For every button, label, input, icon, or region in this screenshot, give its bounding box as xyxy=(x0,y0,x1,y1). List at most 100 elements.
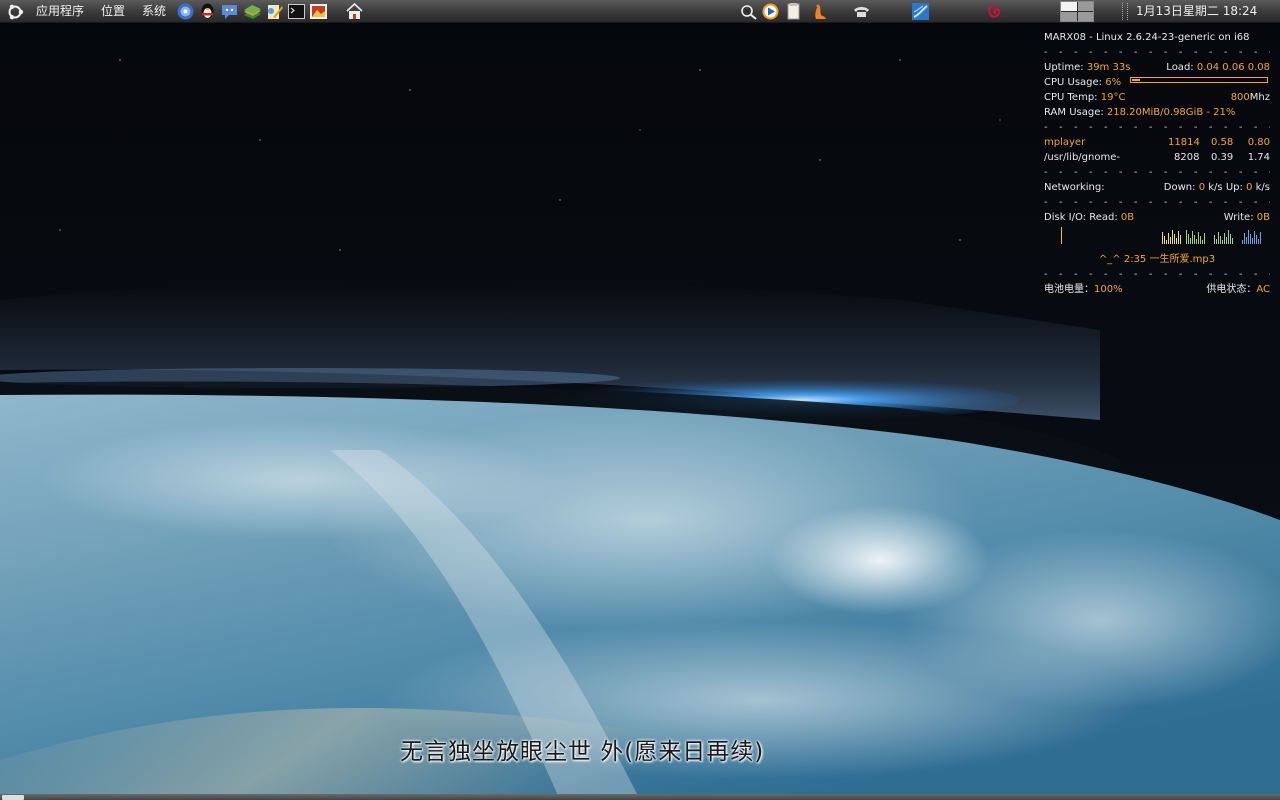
desktop-lyric: 无言独坐放眼尘世 外(愿来日再续) xyxy=(400,739,765,765)
up-label: Up: xyxy=(1225,182,1243,193)
workspace-3[interactable] xyxy=(1061,12,1077,21)
networking-label: Networking: xyxy=(1044,182,1105,193)
cpu-temp-value: 19°C xyxy=(1100,92,1126,103)
disk-activity-bar xyxy=(1230,234,1231,244)
down-label: Down: xyxy=(1163,182,1196,193)
disk-activity-bar xyxy=(1162,232,1163,244)
down-value: 0 xyxy=(1198,182,1206,193)
disk-activity-bar xyxy=(1244,233,1245,244)
disk-activity-bar xyxy=(1246,237,1247,244)
places-menu[interactable]: 位置 xyxy=(101,0,125,23)
disk-activity-bar xyxy=(1214,235,1215,244)
media-player-icon[interactable] xyxy=(761,2,780,21)
bottom-panel xyxy=(0,794,1280,800)
disk-activity-bar xyxy=(1226,237,1227,244)
phone-icon[interactable] xyxy=(852,2,871,21)
clock[interactable]: 1月13日星期二 18:24 xyxy=(1136,0,1257,23)
ram-usage-row: RAM Usage: 218.20MiB/0.98GiB - 21% xyxy=(1044,105,1270,120)
terminal-icon[interactable] xyxy=(287,2,306,21)
workspace-switcher[interactable] xyxy=(1060,1,1094,22)
disk-activity-bar xyxy=(1224,233,1225,244)
power-value: AC xyxy=(1256,284,1270,295)
disk-activity-bar xyxy=(1172,230,1173,244)
workspace-1[interactable] xyxy=(1061,2,1077,11)
disk-activity-bar xyxy=(1200,236,1201,244)
uptime-row: Uptime: 39m 33s Load: 0.04 0.06 0.08 xyxy=(1044,60,1270,75)
process-row: /usr/lib/gnome- 8208 0.39 1.74 xyxy=(1044,150,1270,165)
disk-label: Disk I/O: Read: xyxy=(1044,212,1118,223)
image-viewer-icon[interactable] xyxy=(309,2,328,21)
disk-activity-bar xyxy=(1202,240,1203,244)
conky-monitor: MARX08 - Linux 2.6.24-23-generic on i68 … xyxy=(1044,30,1270,297)
power-label: 供电状态： xyxy=(1206,284,1257,295)
system-info: MARX08 - Linux 2.6.24-23-generic on i68 xyxy=(1044,32,1250,43)
show-desktop-button[interactable] xyxy=(2,795,24,800)
cpu-usage-label: CPU Usage: xyxy=(1044,77,1103,88)
disk-activity-bar xyxy=(1188,234,1189,244)
disk-activity-bar xyxy=(1190,238,1191,244)
separator: - - - - - - - - - - - - - - - - - - - - xyxy=(1044,269,1270,280)
disk-activity-bar xyxy=(1260,232,1261,244)
disk-activity-bar xyxy=(1256,235,1257,244)
uptime-label: Uptime: xyxy=(1044,62,1084,73)
process-mem: 1.74 xyxy=(1247,152,1270,163)
disk-activity-bar xyxy=(1168,233,1169,244)
stardict-icon[interactable] xyxy=(243,2,262,21)
cpu-usage-bar-fill xyxy=(1132,79,1140,81)
disk-activity-bar xyxy=(1218,232,1219,244)
text-editor-icon[interactable] xyxy=(265,2,284,21)
disk-activity-bar xyxy=(1198,232,1199,244)
notes-icon[interactable] xyxy=(784,2,803,21)
disk-activity-bar xyxy=(1174,234,1175,244)
up-unit: k/s xyxy=(1255,182,1270,193)
process-row: mplayer 11814 0.58 0.80 xyxy=(1044,135,1270,150)
system-menu[interactable]: 系统 xyxy=(142,0,166,23)
process-name: mplayer xyxy=(1044,137,1086,148)
cpu-usage-bar xyxy=(1130,77,1268,83)
disk-activity-bar xyxy=(1216,239,1217,244)
process-cpu: 0.58 xyxy=(1211,137,1234,148)
debian-swirl-icon[interactable] xyxy=(985,2,1004,21)
cpu-temp-label: CPU Temp: xyxy=(1044,92,1098,103)
process-cpu: 0.39 xyxy=(1211,152,1234,163)
cpu-temp-row: CPU Temp: 19°C 800Mhz xyxy=(1044,90,1270,105)
scim-input-icon[interactable] xyxy=(739,2,758,21)
cpu-freq-unit: Mhz xyxy=(1249,92,1270,103)
now-playing: ^_^ 2:35 一生所爱.mp3 xyxy=(1044,252,1270,267)
qq-icon[interactable] xyxy=(198,2,217,21)
disk-activity-bar xyxy=(1232,238,1233,244)
panel-handle[interactable] xyxy=(1122,3,1128,20)
disk-activity-bar xyxy=(1222,240,1223,244)
applications-menu[interactable]: 应用程序 xyxy=(36,0,84,23)
ram-label: RAM Usage: xyxy=(1044,107,1104,118)
ubuntu-logo-icon[interactable] xyxy=(6,3,24,21)
disk-activity-bar xyxy=(1248,230,1249,244)
disk-io-graph xyxy=(1061,227,1261,244)
cpu-freq-value: 800 xyxy=(1230,92,1250,103)
disk-activity-bar xyxy=(1192,231,1193,244)
disk-activity-bar xyxy=(1164,236,1165,244)
disk-activity-bar xyxy=(1254,231,1255,244)
separator: - - - - - - - - - - - - - - - - - - - - xyxy=(1044,167,1270,178)
network-icon[interactable] xyxy=(911,2,930,21)
firefox-icon[interactable] xyxy=(176,2,195,21)
workspace-2[interactable] xyxy=(1078,2,1093,11)
disk-activity-bar xyxy=(1178,231,1179,244)
pidgin-icon[interactable] xyxy=(220,2,239,21)
disk-activity-bar xyxy=(1252,238,1253,244)
workspace-4[interactable] xyxy=(1078,12,1093,21)
disk-write-label: Write: xyxy=(1223,212,1254,223)
separator: - - - - - - - - - - - - - - - - - - - - xyxy=(1044,122,1270,133)
gnome-foot-icon[interactable] xyxy=(811,2,830,21)
disk-activity-bar xyxy=(1186,230,1187,244)
process-pid: 11814 xyxy=(1168,137,1200,148)
home-folder-icon[interactable] xyxy=(345,2,364,21)
process-pid: 8208 xyxy=(1174,152,1200,163)
process-name: /usr/lib/gnome- xyxy=(1044,152,1120,163)
separator: - - - - - - - - - - - - - - - - - - - - xyxy=(1044,197,1270,208)
battery-label: 电池电量： xyxy=(1044,284,1094,295)
disk-activity-bar xyxy=(1196,239,1197,244)
uptime-value: 39m 33s xyxy=(1086,62,1131,73)
disk-activity-bar xyxy=(1204,233,1205,244)
separator: - - - - - - - - - - - - - - - - - - - - xyxy=(1044,47,1270,58)
